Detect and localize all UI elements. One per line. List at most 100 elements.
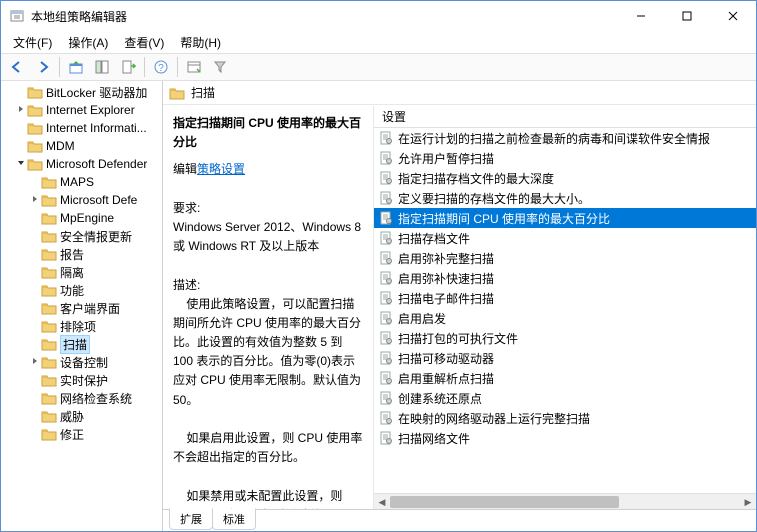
tree-item[interactable]: BitLocker 驱动器加: [1, 83, 162, 101]
scroll-right-arrow[interactable]: ▶: [740, 494, 756, 510]
policy-icon: [378, 350, 394, 366]
tree-item[interactable]: 设备控制: [1, 353, 162, 371]
filter-button[interactable]: [208, 55, 232, 79]
tree-item[interactable]: 网络检查系统: [1, 389, 162, 407]
expand-icon[interactable]: [15, 104, 27, 117]
policy-icon: [378, 370, 394, 386]
help-button[interactable]: ?: [149, 55, 173, 79]
expand-icon[interactable]: [29, 194, 41, 207]
scroll-left-arrow[interactable]: ◀: [374, 494, 390, 510]
list-item[interactable]: 启用启发: [374, 308, 756, 328]
list-item[interactable]: 启用重解析点扫描: [374, 368, 756, 388]
edit-row: 编辑策略设置: [173, 160, 363, 179]
list-item[interactable]: 启用弥补快速扫描: [374, 268, 756, 288]
pane-body: 指定扫描期间 CPU 使用率的最大百分比 编辑策略设置 要求: Windows …: [163, 105, 756, 509]
tree-item-label: Internet Explorer: [46, 103, 135, 117]
list-item[interactable]: 在运行计划的扫描之前检查最新的病毒和间谍软件安全情报: [374, 128, 756, 148]
tree-item[interactable]: 报告: [1, 245, 162, 263]
folder-icon: [27, 85, 43, 99]
requirements-text: Windows Server 2012、Windows 8 或 Windows …: [173, 218, 363, 256]
tree-item[interactable]: 实时保护: [1, 371, 162, 389]
expand-icon[interactable]: [29, 356, 41, 369]
menu-action[interactable]: 操作(A): [60, 32, 116, 53]
list-item[interactable]: 扫描网络文件: [374, 428, 756, 448]
back-button[interactable]: [5, 55, 29, 79]
tab-extended[interactable]: 扩展: [169, 508, 213, 530]
list-item[interactable]: 指定扫描期间 CPU 使用率的最大百分比: [374, 208, 756, 228]
list-item[interactable]: 扫描可移动驱动器: [374, 348, 756, 368]
folder-icon: [41, 193, 57, 207]
folder-icon: [41, 319, 57, 333]
description-text: 使用此策略设置，可以配置扫描期间所允许 CPU 使用率的最大百分比。此设置的有效…: [173, 295, 363, 410]
scroll-thumb[interactable]: [390, 496, 619, 508]
list-column-header[interactable]: 设置: [374, 106, 756, 128]
tree-item[interactable]: Microsoft Defender: [1, 155, 162, 173]
tree-item[interactable]: 排除项: [1, 317, 162, 335]
tree-item[interactable]: 修正: [1, 425, 162, 443]
list-item[interactable]: 启用弥补完整扫描: [374, 248, 756, 268]
up-button[interactable]: [64, 55, 88, 79]
close-button[interactable]: [710, 1, 756, 31]
menu-help[interactable]: 帮助(H): [172, 32, 229, 53]
folder-icon: [41, 175, 57, 189]
tree-view[interactable]: BitLocker 驱动器加 Internet Explorer Internet …: [1, 81, 163, 531]
description-label: 描述:: [173, 276, 363, 295]
folder-icon: [41, 337, 57, 351]
right-pane: 扫描 指定扫描期间 CPU 使用率的最大百分比 编辑策略设置 要求: Windo…: [163, 81, 756, 531]
all-settings-button[interactable]: [182, 55, 206, 79]
list-item[interactable]: 扫描电子邮件扫描: [374, 288, 756, 308]
export-button[interactable]: [116, 55, 140, 79]
list-item[interactable]: 扫描打包的可执行文件: [374, 328, 756, 348]
menu-file[interactable]: 文件(F): [5, 32, 60, 53]
tree-item-label: 实时保护: [60, 372, 108, 389]
folder-icon: [41, 409, 57, 423]
pane-header: 扫描: [163, 81, 756, 105]
tree-item[interactable]: 隔离: [1, 263, 162, 281]
tree-item[interactable]: Internet Informati...: [1, 119, 162, 137]
setting-title: 指定扫描期间 CPU 使用率的最大百分比: [173, 114, 363, 152]
list-item[interactable]: 定义要扫描的存档文件的最大大小。: [374, 188, 756, 208]
folder-icon: [41, 265, 57, 279]
tree-item-label: Internet Informati...: [46, 121, 147, 135]
tree-item[interactable]: 扫描: [1, 335, 162, 353]
tree-item[interactable]: Microsoft Defe: [1, 191, 162, 209]
list-item[interactable]: 在映射的网络驱动器上运行完整扫描: [374, 408, 756, 428]
tree-item[interactable]: MpEngine: [1, 209, 162, 227]
expand-icon[interactable]: [15, 158, 27, 171]
list-item[interactable]: 指定扫描存档文件的最大深度: [374, 168, 756, 188]
list-item-label: 启用弥补快速扫描: [398, 270, 494, 287]
list-item[interactable]: 允许用户暂停扫描: [374, 148, 756, 168]
policy-icon: [378, 130, 394, 146]
tree-item[interactable]: 安全情报更新: [1, 227, 162, 245]
tree-item-label: MpEngine: [60, 211, 114, 225]
folder-icon: [27, 121, 43, 135]
list-item[interactable]: 创建系统还原点: [374, 388, 756, 408]
minimize-button[interactable]: [618, 1, 664, 31]
policy-icon: [378, 150, 394, 166]
tree-item-label: 威胁: [60, 408, 84, 425]
tree-item[interactable]: MDM: [1, 137, 162, 155]
tree-item[interactable]: 威胁: [1, 407, 162, 425]
tree-item-label: MAPS: [60, 175, 94, 189]
requirements-label: 要求:: [173, 199, 363, 218]
show-hide-tree-button[interactable]: [90, 55, 114, 79]
list-item-label: 创建系统还原点: [398, 390, 482, 407]
maximize-button[interactable]: [664, 1, 710, 31]
list-item-label: 启用弥补完整扫描: [398, 250, 494, 267]
window-controls: [618, 1, 756, 31]
list-item[interactable]: 扫描存档文件: [374, 228, 756, 248]
tab-standard[interactable]: 标准: [212, 509, 256, 530]
tree-item[interactable]: 功能: [1, 281, 162, 299]
menu-view[interactable]: 查看(V): [116, 32, 172, 53]
menubar: 文件(F) 操作(A) 查看(V) 帮助(H): [1, 31, 756, 53]
edit-policy-link[interactable]: 策略设置: [197, 162, 245, 176]
policy-icon: [378, 270, 394, 286]
horizontal-scrollbar[interactable]: ◀ ▶: [374, 493, 756, 509]
tree-item[interactable]: Internet Explorer: [1, 101, 162, 119]
settings-list[interactable]: 在运行计划的扫描之前检查最新的病毒和间谍软件安全情报允许用户暂停扫描指定扫描存档…: [374, 128, 756, 493]
tree-item[interactable]: MAPS: [1, 173, 162, 191]
tree-item[interactable]: 客户端界面: [1, 299, 162, 317]
tree-item-label: Microsoft Defe: [60, 193, 137, 207]
forward-button[interactable]: [31, 55, 55, 79]
window: 本地组策略编辑器 文件(F) 操作(A) 查看(V) 帮助(H) ? BitLo…: [0, 0, 757, 532]
